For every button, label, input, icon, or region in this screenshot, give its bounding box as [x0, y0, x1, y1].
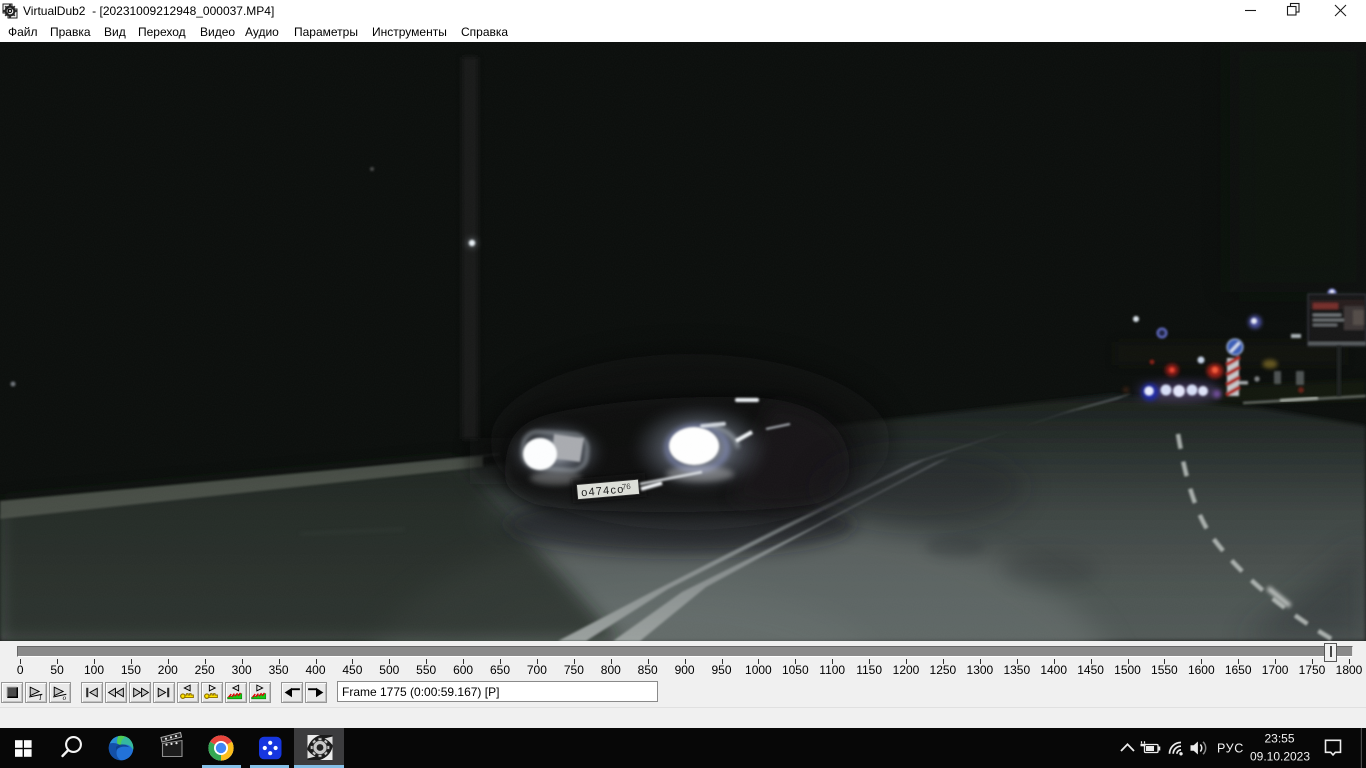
- svg-text:РУС: РУС: [1217, 741, 1244, 755]
- svg-text:I: I: [38, 695, 42, 702]
- svg-text:o: o: [63, 695, 67, 702]
- svg-text:23:55: 23:55: [1264, 731, 1294, 745]
- svg-text:09.10.2023: 09.10.2023: [1250, 749, 1310, 763]
